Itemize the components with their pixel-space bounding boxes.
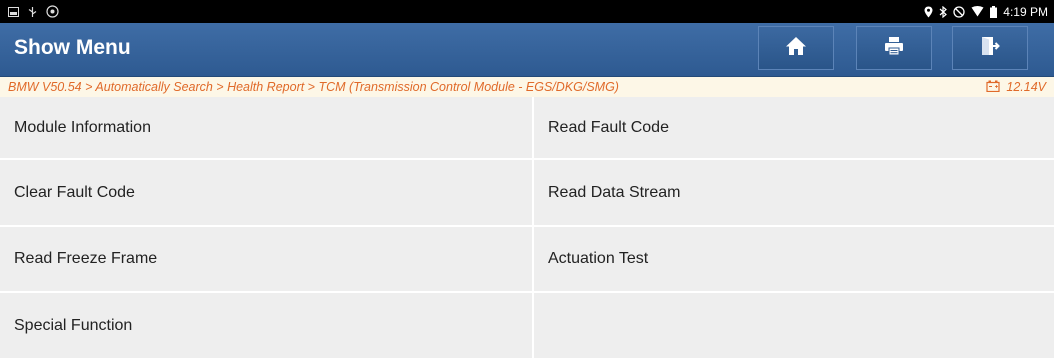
exit-icon [979,35,1001,62]
home-button[interactable] [758,26,834,70]
voltage-value: 12.14V [1006,80,1046,94]
menu-item-special-function[interactable]: Special Function [0,293,532,358]
status-time: 4:19 PM [1003,4,1048,19]
menu-item-read-data-stream[interactable]: Read Data Stream [534,160,1054,225]
menu-item-module-information[interactable]: Module Information [0,97,532,158]
exit-button[interactable] [952,26,1028,70]
menu-grid: Module Information Read Fault Code Clear… [0,97,1054,358]
status-bar: 4:19 PM [0,0,1054,23]
usb-debug-icon [27,6,38,18]
print-button[interactable] [856,26,932,70]
breadcrumb-path: BMW V50.54 > Automatically Search > Heal… [8,80,619,94]
status-bar-left [8,5,59,18]
breadcrumb: BMW V50.54 > Automatically Search > Heal… [0,77,1054,97]
menu-item-clear-fault-code[interactable]: Clear Fault Code [0,160,532,225]
title-bar: Show Menu [0,23,1054,77]
menu-item-label: Special Function [14,316,133,334]
location-icon [924,6,933,18]
menu-item-label: Actuation Test [548,250,649,267]
menu-item-label: Clear Fault Code [14,183,135,201]
status-bar-right: 4:19 PM [924,5,1048,19]
menu-item-read-fault-code[interactable]: Read Fault Code [534,97,1054,158]
menu-item-label: Read Data Stream [548,183,681,201]
sync-icon [46,5,59,18]
menu-item-label: Module Information [14,118,151,136]
menu-item-label: Read Freeze Frame [14,250,158,267]
battery-icon [990,5,998,18]
voltage-indicator: 12.14V [986,80,1046,95]
car-battery-icon [986,80,1000,95]
print-icon [883,35,905,62]
wifi-icon [971,6,984,17]
page-title: Show Menu [14,36,131,59]
do-not-disturb-icon [953,5,965,18]
menu-item-label: Read Fault Code [548,118,669,136]
menu-item-read-freeze-frame[interactable]: Read Freeze Frame [0,227,532,291]
gallery-icon [8,6,19,17]
menu-item-actuation-test[interactable]: Actuation Test [534,227,1054,291]
menu-item-empty [534,293,1054,358]
bluetooth-icon [939,5,948,18]
home-icon [785,35,807,62]
